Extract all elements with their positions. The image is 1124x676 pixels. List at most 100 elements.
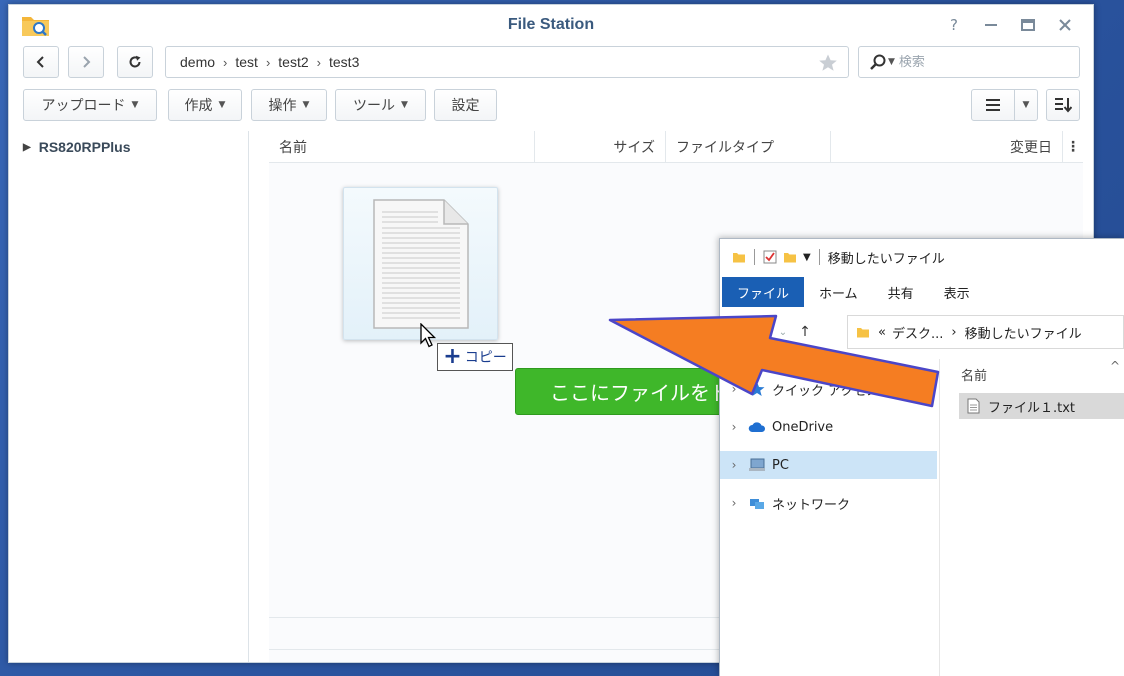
ribbon-tab-home[interactable]: ホーム — [804, 277, 873, 307]
divider — [818, 249, 820, 265]
folder-tree: ▶ RS820RPPlus — [9, 131, 249, 662]
cloud-icon — [748, 422, 766, 432]
annotation-arrow-icon — [608, 314, 940, 408]
chevron-right-icon[interactable]: › — [720, 496, 748, 510]
window-title: File Station — [507, 16, 595, 33]
column-size[interactable]: サイズ — [535, 131, 666, 163]
copy-tooltip-label: コピー — [464, 350, 507, 366]
caret-down-icon[interactable]: ▼ — [888, 57, 895, 67]
action-button[interactable]: 操作 ▼ — [251, 89, 327, 121]
column-modified[interactable]: 変更日 — [831, 131, 1063, 163]
column-size-label: サイズ — [613, 140, 655, 156]
explorer-window: ▼ 移動したいファイル ファイル ホーム 共有 表示 ← → ⌄ ↑ « デスク… — [719, 238, 1124, 676]
title-bar: File Station ? — [9, 5, 1093, 45]
breadcrumb-item[interactable]: test — [231, 54, 262, 70]
more-vertical-icon: ⋮ — [1066, 139, 1080, 155]
explorer-file-item[interactable]: ファイル１.txt — [959, 393, 1124, 419]
forward-button[interactable] — [68, 46, 104, 78]
search-input[interactable] — [898, 54, 1049, 70]
breadcrumb-separator-icon: › — [223, 54, 228, 70]
chevron-left-icon — [36, 56, 44, 68]
maximize-icon — [1021, 19, 1035, 31]
favorite-star-icon[interactable] — [818, 53, 838, 73]
nav-item-label: OneDrive — [772, 419, 834, 435]
column-type[interactable]: ファイルタイプ — [666, 131, 831, 163]
nav-item-network[interactable]: › ネットワーク — [720, 489, 937, 517]
sort-button[interactable] — [1046, 89, 1080, 121]
search-box[interactable]: ▼ — [858, 46, 1080, 78]
back-button[interactable] — [23, 46, 59, 78]
address-current[interactable]: 移動したいファイル — [965, 323, 1082, 342]
column-name-label: 名前 — [279, 140, 307, 156]
column-type-label: ファイルタイプ — [676, 140, 774, 156]
expand-arrow-icon[interactable]: ▶ — [23, 142, 31, 153]
list-header: 名前 サイズ ファイルタイプ 変更日 ⋮ — [269, 131, 1083, 163]
copy-tooltip: + コピー — [437, 343, 513, 371]
folder-icon — [733, 253, 745, 263]
explorer-column-name[interactable]: 名前 — [961, 365, 987, 384]
tree-node-root[interactable]: ▶ RS820RPPlus — [23, 139, 131, 155]
divider — [754, 249, 755, 265]
breadcrumb-item[interactable]: demo — [176, 54, 219, 70]
nav-item-onedrive[interactable]: › OneDrive — [720, 413, 937, 441]
help-icon: ? — [950, 16, 958, 34]
chevron-right-icon[interactable]: › — [720, 458, 748, 472]
close-icon — [1059, 19, 1071, 31]
breadcrumb-item[interactable]: test3 — [325, 54, 363, 70]
tools-label: ツール — [353, 98, 396, 114]
mouse-cursor-icon — [420, 323, 437, 348]
explorer-file-list: 名前 ^ ファイル１.txt — [941, 359, 1124, 676]
chevron-right-icon — [83, 56, 91, 68]
column-options-button[interactable]: ⋮ — [1063, 131, 1083, 163]
nav-item-label: PC — [772, 457, 789, 473]
search-icon — [870, 54, 886, 70]
breadcrumb-separator-icon: › — [316, 54, 321, 70]
explorer-file-name: ファイル１.txt — [988, 400, 1076, 416]
address-separator-icon: › — [951, 324, 957, 340]
create-label: 作成 — [184, 98, 213, 114]
action-label: 操作 — [268, 98, 297, 114]
caret-down-icon: ▼ — [302, 100, 310, 110]
help-button[interactable]: ? — [943, 14, 965, 36]
tree-node-label: RS820RPPlus — [38, 139, 131, 155]
breadcrumb-item[interactable]: test2 — [274, 54, 312, 70]
settings-button[interactable]: 設定 — [434, 89, 497, 121]
create-button[interactable]: 作成 ▼ — [168, 89, 242, 121]
dragged-file-thumbnail[interactable] — [343, 187, 498, 340]
column-modified-label: 変更日 — [1010, 140, 1052, 156]
caret-down-icon: ▼ — [401, 100, 408, 110]
caret-down-icon: ▼ — [218, 100, 226, 110]
settings-label: 設定 — [451, 98, 480, 114]
network-icon — [750, 499, 764, 509]
chevron-right-icon[interactable]: › — [720, 420, 748, 434]
minimize-icon — [985, 24, 997, 26]
new-folder-icon[interactable] — [783, 250, 797, 264]
sort-icon — [1055, 98, 1072, 113]
list-view-icon — [986, 99, 1000, 111]
ribbon-tab-file[interactable]: ファイル — [722, 277, 805, 307]
view-mode-button[interactable] — [971, 89, 1015, 121]
breadcrumb[interactable]: demo › test › test2 › test3 — [165, 46, 849, 78]
breadcrumb-separator-icon: › — [265, 54, 271, 70]
text-document-icon — [373, 199, 469, 329]
properties-icon[interactable] — [763, 250, 777, 264]
refresh-button[interactable] — [117, 46, 153, 78]
refresh-icon — [129, 55, 141, 68]
view-mode-dropdown[interactable]: ▼ — [1014, 89, 1038, 121]
upload-label: アップロード — [41, 98, 126, 114]
customize-toolbar-icon[interactable]: ▼ — [803, 252, 811, 263]
caret-down-icon: ▼ — [131, 100, 139, 110]
close-button[interactable] — [1054, 14, 1076, 36]
column-name[interactable]: 名前 — [269, 131, 535, 163]
upload-button[interactable]: アップロード ▼ — [23, 89, 157, 121]
explorer-title-bar: ▼ 移動したいファイル — [720, 239, 1124, 275]
ribbon-tab-share[interactable]: 共有 — [873, 277, 929, 307]
tools-button[interactable]: ツール ▼ — [335, 89, 426, 121]
caret-down-icon: ▼ — [1022, 100, 1030, 110]
nav-item-pc[interactable]: › PC — [720, 451, 937, 479]
minimize-button[interactable] — [980, 14, 1002, 36]
ribbon-tab-view[interactable]: 表示 — [929, 277, 985, 307]
sort-up-icon: ^ — [1109, 359, 1120, 373]
text-file-icon — [967, 398, 980, 414]
maximize-button[interactable] — [1017, 14, 1039, 36]
